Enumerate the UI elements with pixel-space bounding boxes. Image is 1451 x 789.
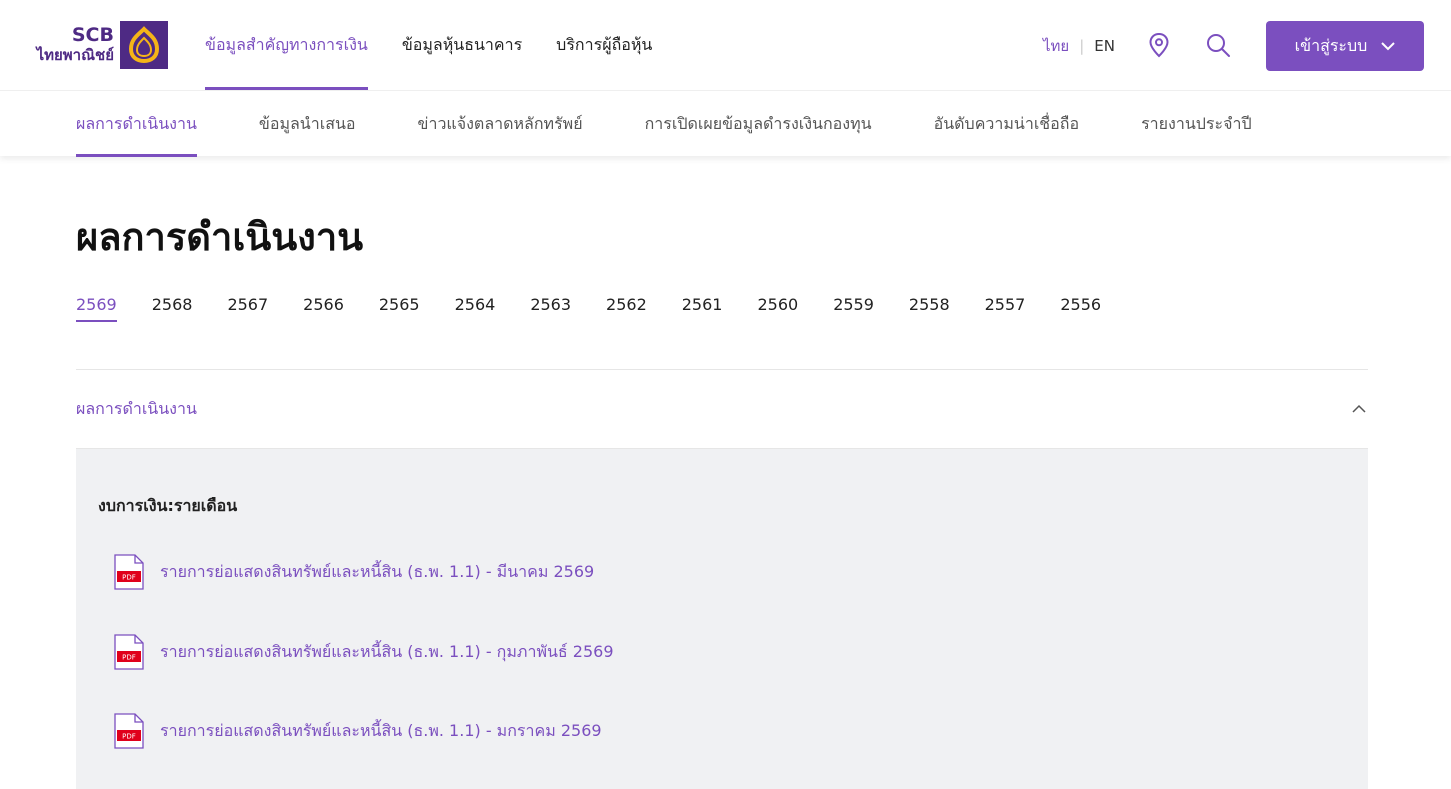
scb-logo[interactable]: SCB ไทยพาณิชย์	[20, 21, 172, 69]
year-tab[interactable]: 2558	[909, 295, 950, 322]
year-tab[interactable]: 2568	[152, 295, 193, 322]
top-header: SCB ไทยพาณิชย์ ข้อมูลสำคัญทางการเงิน ข้อ…	[0, 0, 1451, 90]
main-nav-stock-info[interactable]: ข้อมูลหุ้นธนาคาร	[402, 0, 522, 90]
year-tab[interactable]: 2561	[682, 295, 723, 322]
accordion-title: ผลการดำเนินงาน	[76, 398, 197, 418]
year-tab[interactable]: 2565	[379, 295, 420, 322]
svg-text:PDF: PDF	[122, 733, 136, 741]
pdf-file-icon: PDF	[114, 634, 144, 670]
document-link[interactable]: PDF รายการย่อแสดงสินทรัพย์และหนี้สิน (ธ.…	[114, 554, 594, 590]
logo-scb-text: SCB	[71, 24, 114, 46]
tab-presentations[interactable]: ข้อมูลนำเสนอ	[259, 91, 356, 157]
document-link[interactable]: PDF รายการย่อแสดงสินทรัพย์และหนี้สิน (ธ.…	[114, 713, 602, 749]
year-tabs: 2569 2568 2567 2566 2565 2564 2563 2562 …	[76, 295, 1136, 322]
accordion-header[interactable]: ผลการดำเนินงาน	[76, 369, 1368, 449]
main-nav-shareholder-services[interactable]: บริการผู้ถือหุ้น	[556, 0, 652, 90]
chevron-up-icon	[1352, 404, 1366, 413]
year-tab[interactable]: 2559	[833, 295, 874, 322]
sub-nav: ผลการดำเนินงาน ข้อมูลนำเสนอ ข่าวแจ้งตลาด…	[0, 90, 1451, 157]
year-tab[interactable]: 2566	[303, 295, 344, 322]
tab-set-announcements[interactable]: ข่าวแจ้งตลาดหลักทรัพย์	[418, 91, 583, 157]
section-title: งบการเงิน:รายเดือน	[98, 496, 238, 515]
lang-divider: |	[1079, 37, 1085, 55]
main-nav: ข้อมูลสำคัญทางการเงิน ข้อมูลหุ้นธนาคาร บ…	[205, 0, 686, 90]
lang-th-link[interactable]: ไทย	[1043, 34, 1069, 58]
login-button[interactable]: เข้าสู่ระบบ	[1266, 21, 1424, 71]
logo-emblem-icon	[120, 21, 168, 69]
year-tab[interactable]: 2563	[530, 295, 571, 322]
document-link-label: รายการย่อแสดงสินทรัพย์และหนี้สิน (ธ.พ. 1…	[160, 720, 602, 740]
location-pin-icon[interactable]	[1146, 32, 1172, 58]
year-tab[interactable]: 2562	[606, 295, 647, 322]
login-button-label: เข้าสู่ระบบ	[1294, 35, 1368, 55]
chevron-down-icon	[1381, 42, 1396, 51]
year-tab[interactable]: 2556	[1060, 295, 1101, 322]
svg-text:PDF: PDF	[122, 574, 136, 582]
logo-thai-text: ไทยพาณิชย์	[36, 46, 114, 64]
tab-annual-report[interactable]: รายงานประจำปี	[1141, 91, 1252, 157]
language-switcher: ไทย | EN	[1043, 34, 1115, 58]
document-link-label: รายการย่อแสดงสินทรัพย์และหนี้สิน (ธ.พ. 1…	[160, 561, 595, 581]
document-link[interactable]: PDF รายการย่อแสดงสินทรัพย์และหนี้สิน (ธ.…	[114, 634, 614, 670]
page-title: ผลการดำเนินงาน	[76, 215, 364, 259]
year-tab[interactable]: 2569	[76, 295, 117, 322]
logo-text: SCB ไทยพาณิชย์	[20, 25, 120, 65]
tab-capital-disclosure[interactable]: การเปิดเผยข้อมูลดำรงเงินกองทุน	[645, 91, 872, 157]
search-icon[interactable]	[1205, 32, 1231, 58]
svg-text:PDF: PDF	[122, 654, 136, 662]
document-link-label: รายการย่อแสดงสินทรัพย์และหนี้สิน (ธ.พ. 1…	[160, 641, 614, 661]
year-tab[interactable]: 2560	[757, 295, 798, 322]
year-tab[interactable]: 2557	[985, 295, 1026, 322]
pdf-file-icon: PDF	[114, 713, 144, 749]
year-tab[interactable]: 2564	[455, 295, 496, 322]
main-nav-financial-info[interactable]: ข้อมูลสำคัญทางการเงิน	[205, 0, 368, 90]
tab-credit-ratings[interactable]: อันดับความน่าเชื่อถือ	[934, 91, 1079, 157]
accordion-panel: งบการเงิน:รายเดือน PDF รายการย่อแสดงสินท…	[76, 449, 1368, 789]
year-tab[interactable]: 2567	[227, 295, 268, 322]
lang-en-link[interactable]: EN	[1094, 37, 1115, 55]
tab-performance[interactable]: ผลการดำเนินงาน	[76, 91, 197, 157]
pdf-file-icon: PDF	[114, 554, 144, 590]
